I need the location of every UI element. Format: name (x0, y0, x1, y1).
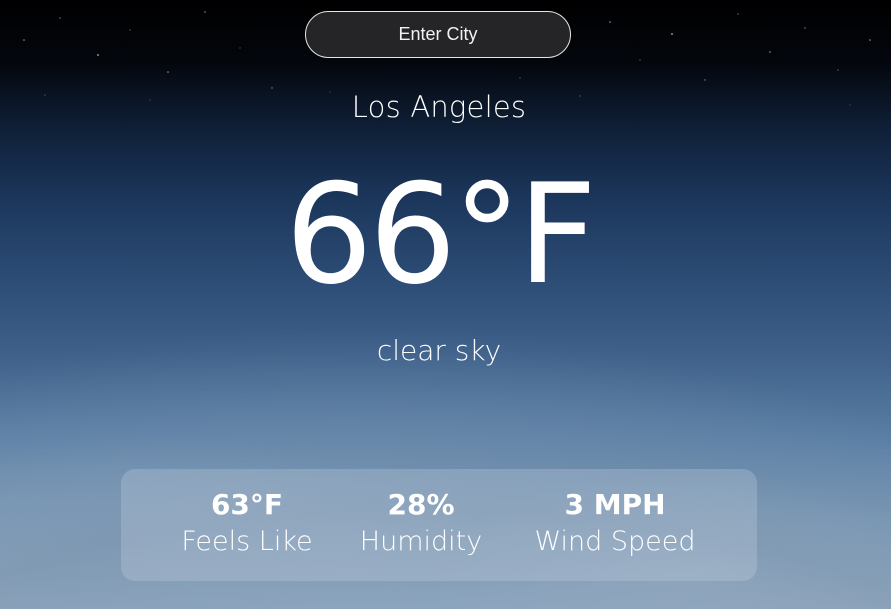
city-search (305, 11, 571, 58)
wind-speed-label: Wind Speed (534, 526, 696, 557)
wind-speed-stat: 3 MPH Wind Speed (524, 487, 706, 561)
wind-speed-value: 3 MPH (564, 488, 666, 521)
current-temperature: 66°F (285, 154, 597, 315)
city-search-input[interactable] (305, 11, 571, 58)
feels-like-label: Feels Like (181, 526, 313, 557)
humidity-label: Humidity (359, 526, 483, 557)
weather-description: clear sky (376, 334, 502, 367)
feels-like-stat: 63°F Feels Like (173, 487, 321, 561)
humidity-value: 28% (387, 488, 455, 521)
city-name: Los Angeles (351, 90, 527, 124)
feels-like-value: 63°F (210, 488, 284, 521)
weather-stats-panel: 63°F Feels Like 28% Humidity 3 MPH Wind … (121, 469, 757, 581)
humidity-stat: 28% Humidity (353, 487, 489, 561)
